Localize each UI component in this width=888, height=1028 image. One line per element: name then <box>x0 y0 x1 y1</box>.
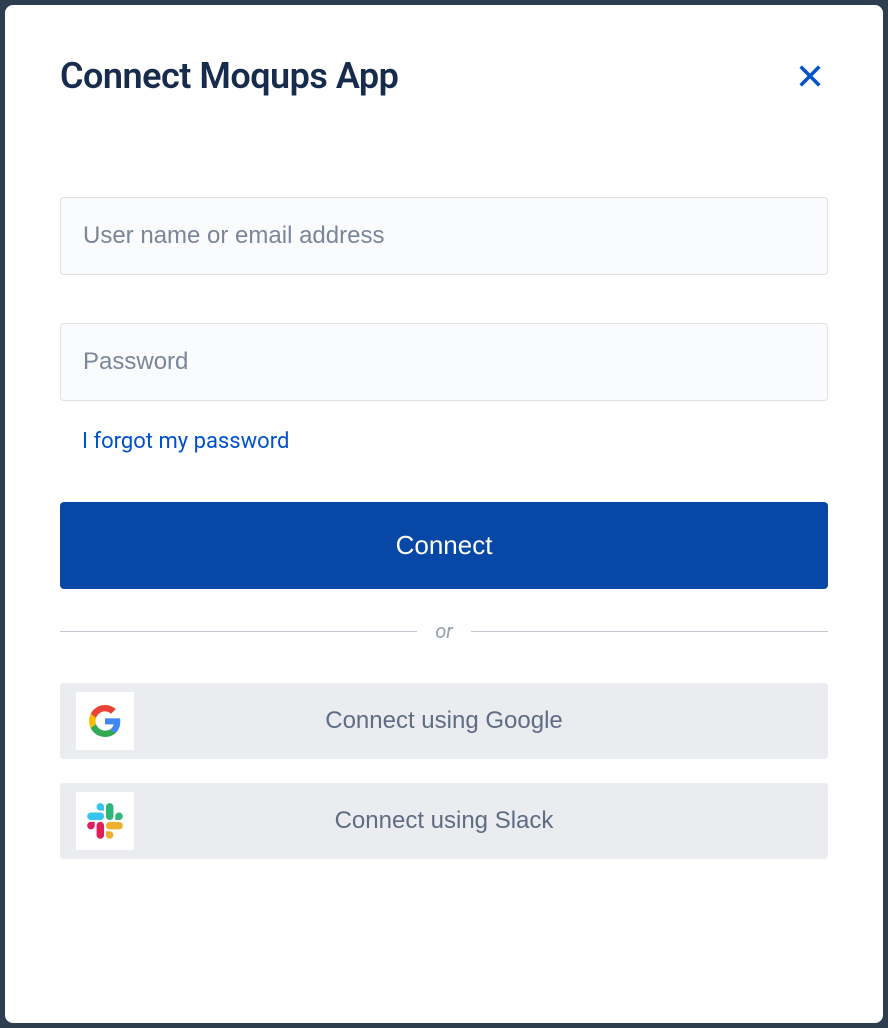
password-input[interactable] <box>60 323 828 401</box>
connect-slack-button[interactable]: Connect using Slack <box>60 783 828 859</box>
close-button[interactable] <box>792 58 828 94</box>
modal-header: Connect Moqups App <box>60 55 828 97</box>
slack-icon-box <box>76 792 134 850</box>
slack-icon <box>87 803 123 839</box>
close-icon <box>796 62 824 90</box>
google-icon-box <box>76 692 134 750</box>
divider-line-left <box>60 631 417 632</box>
connect-google-button[interactable]: Connect using Google <box>60 683 828 759</box>
forgot-password-link[interactable]: I forgot my password <box>82 429 289 454</box>
slack-button-label: Connect using Slack <box>335 807 554 835</box>
google-button-label: Connect using Google <box>325 707 563 735</box>
divider-line-right <box>471 631 828 632</box>
google-icon <box>89 705 121 737</box>
modal-title: Connect Moqups App <box>60 55 398 97</box>
divider-text: or <box>435 619 453 643</box>
connect-button[interactable]: Connect <box>60 502 828 589</box>
divider: or <box>60 619 828 643</box>
connect-modal: Connect Moqups App I forgot my password … <box>5 5 883 1023</box>
username-input[interactable] <box>60 197 828 275</box>
